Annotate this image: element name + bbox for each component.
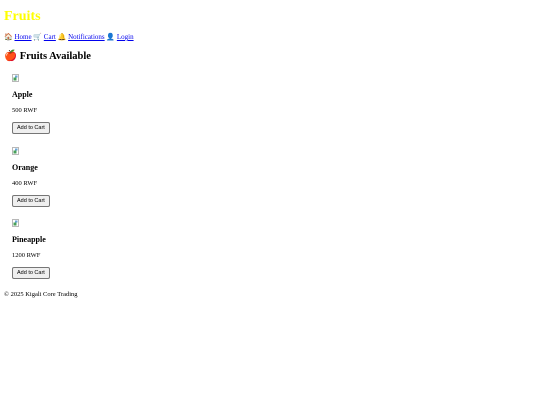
product-name: Apple <box>12 90 33 99</box>
section-title-text: Fruits Available <box>19 51 91 62</box>
nav-link-cart[interactable]: Cart <box>44 33 56 41</box>
apple-icon: 🍎 <box>4 51 18 62</box>
broken-image-icon <box>12 74 19 82</box>
product-name: Orange <box>12 163 38 172</box>
page: Fruits 🏠 Home 🛒 Cart 🔔 Notifications 👤 L… <box>0 0 540 405</box>
nav-link-notifications[interactable]: Notifications <box>68 33 105 41</box>
footer-text: © 2025 Kigali Core Trading <box>4 291 78 298</box>
cart-icon: 🛒 <box>33 33 43 41</box>
section-title: 🍎 Fruits Available <box>4 50 91 63</box>
bell-icon: 🔔 <box>57 33 67 41</box>
home-icon: 🏠 <box>4 33 13 41</box>
footer: © 2025 Kigali Core Trading <box>4 291 78 299</box>
broken-image-icon <box>12 219 19 227</box>
user-icon: 👤 <box>106 33 116 41</box>
add-to-cart-button[interactable]: Add to Cart <box>12 267 50 279</box>
nav-link-login[interactable]: Login <box>117 33 134 41</box>
add-to-cart-button[interactable]: Add to Cart <box>12 122 50 134</box>
product-price: 400 RWF <box>12 180 38 187</box>
product-price: 500 RWF <box>12 107 38 114</box>
product-name: Pineapple <box>12 235 46 244</box>
nav-link-home[interactable]: Home <box>14 33 31 41</box>
page-title: Fruits <box>4 9 41 24</box>
broken-image-icon <box>12 147 19 155</box>
add-to-cart-button[interactable]: Add to Cart <box>12 195 50 207</box>
site-header: Fruits <box>4 8 41 25</box>
product-price: 1200 RWF <box>12 252 41 259</box>
top-nav: 🏠 Home 🛒 Cart 🔔 Notifications 👤 Login <box>4 33 134 42</box>
